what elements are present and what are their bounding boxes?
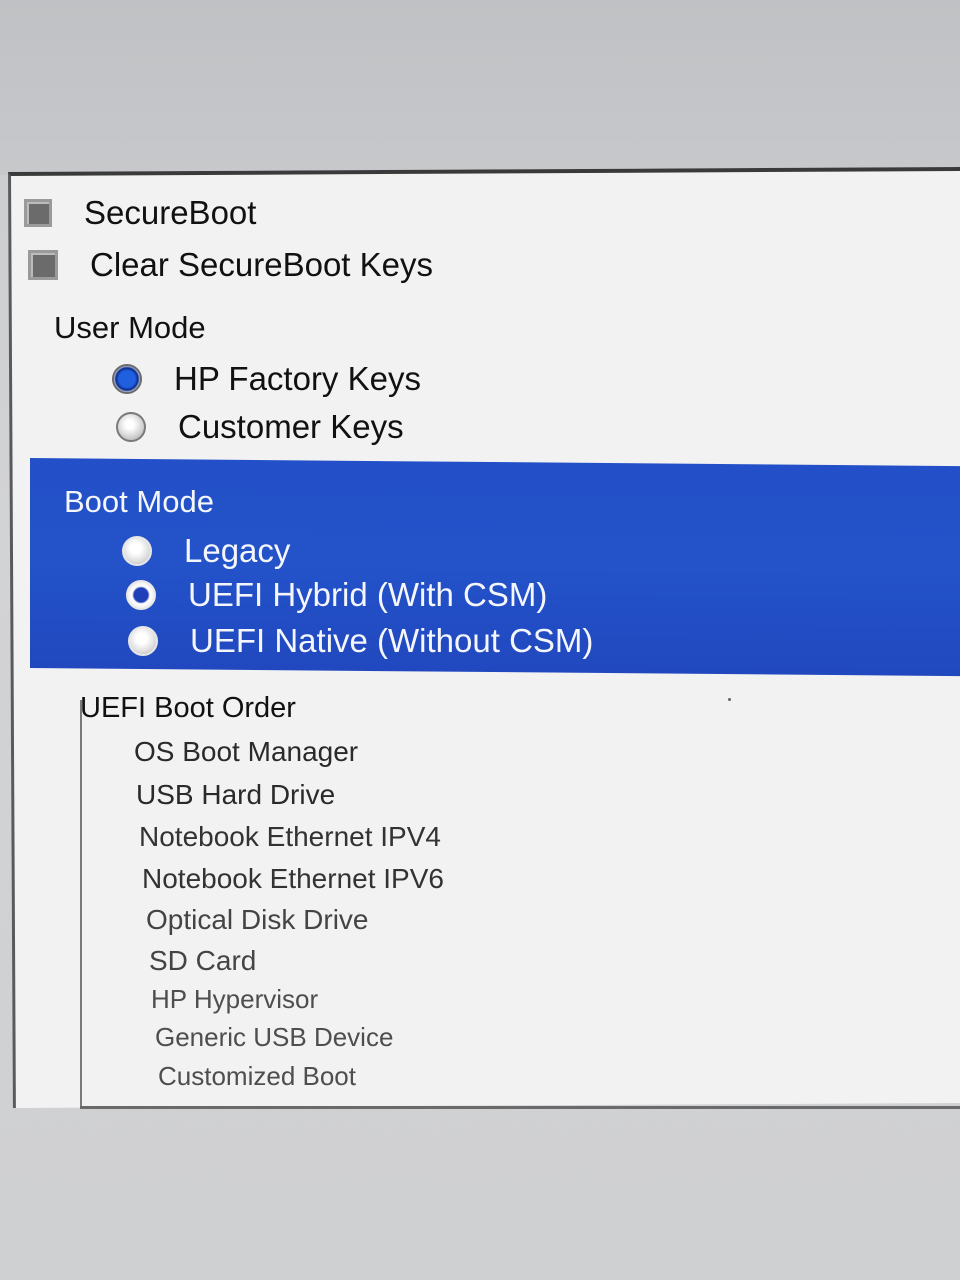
customer-keys-label: Customer Keys xyxy=(178,408,404,445)
radio-uefi-native[interactable]: UEFI Native (Without CSM) xyxy=(128,622,593,660)
radio-unselected-icon[interactable] xyxy=(126,580,156,610)
boot-order-item[interactable]: Notebook Ethernet IPV4 xyxy=(139,821,441,853)
user-mode-title: User Mode xyxy=(54,310,206,345)
screen-speck xyxy=(728,698,731,701)
boot-order-item[interactable]: Customized Boot xyxy=(158,1061,356,1092)
boot-order-item[interactable]: USB Hard Drive xyxy=(136,779,335,811)
uefi-hybrid-label: UEFI Hybrid (With CSM) xyxy=(188,576,548,613)
radio-legacy[interactable]: Legacy xyxy=(122,532,290,570)
secureboot-checkbox[interactable] xyxy=(24,199,52,227)
uefi-native-label: UEFI Native (Without CSM) xyxy=(190,622,594,659)
clear-secureboot-keys-label: Clear SecureBoot Keys xyxy=(90,246,434,283)
radio-hp-factory-keys[interactable]: HP Factory Keys xyxy=(112,360,421,398)
boot-order-item[interactable]: HP Hypervisor xyxy=(151,984,318,1015)
panel-border xyxy=(80,1106,960,1109)
clear-secureboot-keys-checkbox[interactable] xyxy=(28,250,58,280)
secureboot-label: SecureBoot xyxy=(84,194,257,231)
clear-secureboot-keys-row[interactable]: Clear SecureBoot Keys xyxy=(28,246,433,284)
radio-customer-keys[interactable]: Customer Keys xyxy=(116,408,404,446)
hp-factory-keys-label: HP Factory Keys xyxy=(174,360,421,397)
legacy-label: Legacy xyxy=(184,532,291,569)
radio-unselected-icon[interactable] xyxy=(116,412,146,442)
radio-selected-icon[interactable] xyxy=(112,364,142,394)
secureboot-row[interactable]: SecureBoot xyxy=(24,194,256,232)
radio-unselected-icon[interactable] xyxy=(122,536,152,566)
boot-order-item[interactable]: Generic USB Device xyxy=(155,1022,393,1053)
boot-order-item[interactable]: Notebook Ethernet IPV6 xyxy=(142,863,444,895)
panel-border xyxy=(80,700,82,1108)
boot-order-item[interactable]: OS Boot Manager xyxy=(134,736,358,768)
boot-order-item[interactable]: Optical Disk Drive xyxy=(146,904,368,936)
radio-uefi-hybrid[interactable]: UEFI Hybrid (With CSM) xyxy=(126,576,547,614)
monitor-background xyxy=(0,0,960,175)
radio-unselected-icon[interactable] xyxy=(128,626,158,656)
boot-mode-title: Boot Mode xyxy=(64,484,214,519)
boot-order-item[interactable]: SD Card xyxy=(149,945,256,977)
uefi-boot-order-title: UEFI Boot Order xyxy=(80,692,296,724)
